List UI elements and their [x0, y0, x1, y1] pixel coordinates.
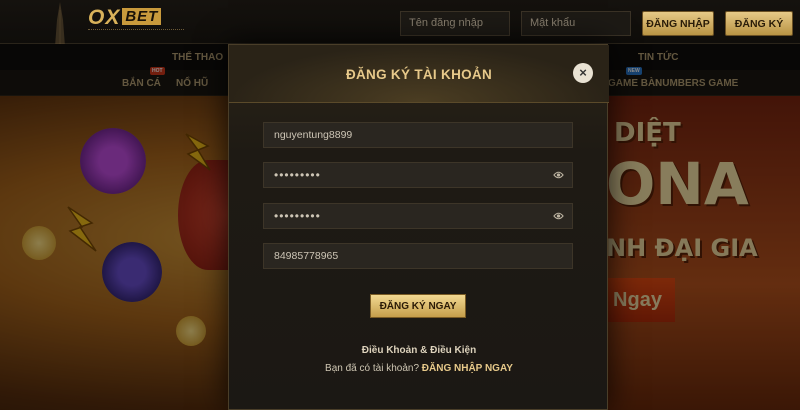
logo-accent: BET [122, 8, 162, 25]
username-input[interactable]: Tên đăng nhập [400, 11, 510, 36]
terms-link[interactable]: Điều Khoản & Điều Kiện [229, 345, 609, 356]
have-account-line: Bạn đã có tài khoản? ĐĂNG NHẬP NGAY [229, 363, 609, 374]
logo-divider [88, 29, 184, 33]
login-now-link[interactable]: ĐĂNG NHẬP NGAY [422, 363, 513, 374]
login-button[interactable]: ĐĂNG NHẬP [642, 11, 714, 36]
password-value: ••••••••• [274, 168, 321, 182]
close-button[interactable]: × [573, 63, 593, 83]
top-header: OX BET Tên đăng nhập Mật khẩu ĐĂNG NHẬP Đ… [0, 0, 800, 100]
brand-logo[interactable]: OX BET [88, 6, 162, 30]
page: OX BET Tên đăng nhập Mật khẩu ĐĂNG NHẬP Đ… [0, 0, 800, 410]
phone-field[interactable]: 84985778965 [263, 243, 573, 269]
register-button[interactable]: ĐĂNG KÝ [725, 11, 793, 36]
have-account-text: Bạn đã có tài khoản? [325, 363, 420, 374]
modal-title: ĐĂNG KÝ TÀI KHOẢN [345, 67, 493, 82]
eye-icon[interactable] [553, 211, 564, 221]
register-now-button[interactable]: ĐĂNG KÝ NGAY [370, 294, 466, 318]
password-input[interactable]: Mật khẩu [521, 11, 631, 36]
password-field[interactable]: ••••••••• [263, 162, 573, 188]
confirm-password-value: ••••••••• [274, 209, 321, 223]
logo-text: OX [88, 6, 121, 29]
register-modal: ĐĂNG KÝ TÀI KHOẢN × nguyentung8899 •••••… [228, 44, 609, 410]
confirm-password-field[interactable]: ••••••••• [263, 203, 573, 229]
modal-header: ĐĂNG KÝ TÀI KHOẢN × [229, 45, 609, 103]
eye-icon[interactable] [553, 170, 564, 180]
username-field[interactable]: nguyentung8899 [263, 122, 573, 148]
